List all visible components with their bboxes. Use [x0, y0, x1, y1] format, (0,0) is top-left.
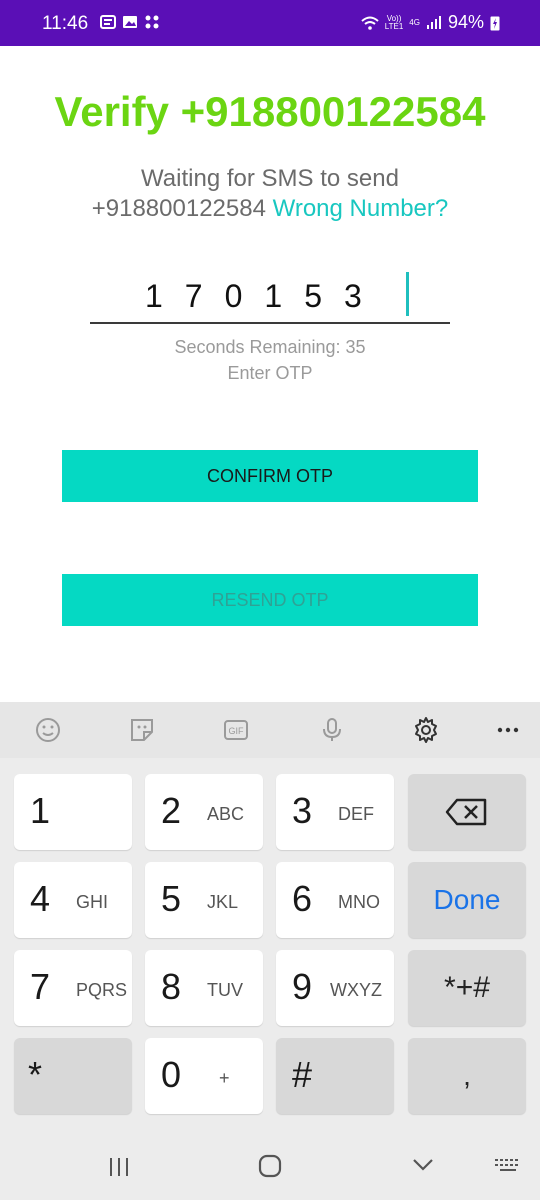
- phone-number: +918800122584: [91, 195, 266, 222]
- wifi-icon: [361, 16, 379, 30]
- microphone-icon[interactable]: [318, 716, 346, 744]
- numeric-keyboard: GIF 1 2 ABC 3 DEF 4 GHI 5 JKL 6 MNO Done…: [0, 702, 540, 1200]
- otp-input[interactable]: 170153: [90, 270, 450, 324]
- navigation-bar: [0, 1140, 540, 1200]
- key-3[interactable]: 3 DEF: [276, 774, 394, 850]
- keyboard-toolbar: GIF: [0, 702, 540, 758]
- key-4[interactable]: 4 GHI: [14, 862, 132, 938]
- resend-otp-button[interactable]: RESEND OTP: [62, 574, 478, 626]
- status-time: 11:46: [42, 13, 89, 34]
- seconds-remaining: Seconds Remaining: 35: [174, 337, 366, 357]
- emoji-icon[interactable]: [34, 716, 62, 744]
- confirm-otp-button[interactable]: CONFIRM OTP: [62, 450, 478, 502]
- notification-icons: [100, 14, 160, 30]
- system-status: Vo)) LTE1 4G 94%: [361, 12, 500, 33]
- signal-icon: [426, 15, 441, 29]
- key-8[interactable]: 8 TUV: [145, 950, 263, 1026]
- battery-percent: 94%: [447, 12, 484, 32]
- wrong-number-link[interactable]: Wrong Number?: [273, 195, 449, 222]
- gif-icon[interactable]: GIF: [222, 716, 250, 744]
- otp-value: 170153: [145, 278, 384, 314]
- key-7[interactable]: 7 PQRS: [14, 950, 132, 1026]
- volte-indicator: Vo)) LTE1: [384, 13, 404, 31]
- key-6[interactable]: 6 MNO: [276, 862, 394, 938]
- status-bar: 11:46 Vo)) LTE1 4G 94%: [0, 0, 540, 46]
- network-generation: 4G: [409, 17, 420, 27]
- key-9[interactable]: 9 WXYZ: [276, 950, 394, 1026]
- comma-key[interactable]: ,: [408, 1038, 526, 1114]
- star-key[interactable]: *: [14, 1038, 132, 1114]
- hash-key[interactable]: #: [276, 1038, 394, 1114]
- svg-text:GIF: GIF: [229, 726, 245, 736]
- hide-keyboard-icon[interactable]: [412, 1158, 434, 1172]
- backspace-key[interactable]: [408, 774, 526, 850]
- key-0[interactable]: 0 +: [145, 1038, 263, 1114]
- more-options-icon[interactable]: [494, 716, 522, 744]
- waiting-message: Waiting for SMS to send +918800122584 Wr…: [0, 164, 540, 224]
- done-key[interactable]: Done: [408, 862, 526, 938]
- text-cursor: [406, 272, 409, 316]
- phone-line: +918800122584 Wrong Number?: [0, 194, 540, 224]
- key-2[interactable]: 2 ABC: [145, 774, 263, 850]
- backspace-icon: [445, 798, 487, 826]
- symbols-key[interactable]: *+#: [408, 950, 526, 1026]
- apps-notification-icon: [145, 15, 159, 29]
- home-icon[interactable]: [258, 1154, 282, 1178]
- gallery-notification-icon: [123, 16, 137, 28]
- sticker-icon[interactable]: [128, 716, 156, 744]
- keyboard-switch-icon[interactable]: [494, 1158, 522, 1174]
- key-1[interactable]: 1: [14, 774, 132, 850]
- message-notification-icon: [100, 15, 116, 29]
- enter-otp-hint: Enter OTP: [227, 363, 313, 383]
- page-title: Verify +918800122584: [54, 88, 486, 135]
- waiting-line: Waiting for SMS to send: [141, 165, 399, 192]
- battery-charging-icon: [490, 16, 500, 30]
- recent-apps-icon[interactable]: [108, 1156, 130, 1178]
- settings-gear-icon[interactable]: [412, 716, 440, 744]
- key-5[interactable]: 5 JKL: [145, 862, 263, 938]
